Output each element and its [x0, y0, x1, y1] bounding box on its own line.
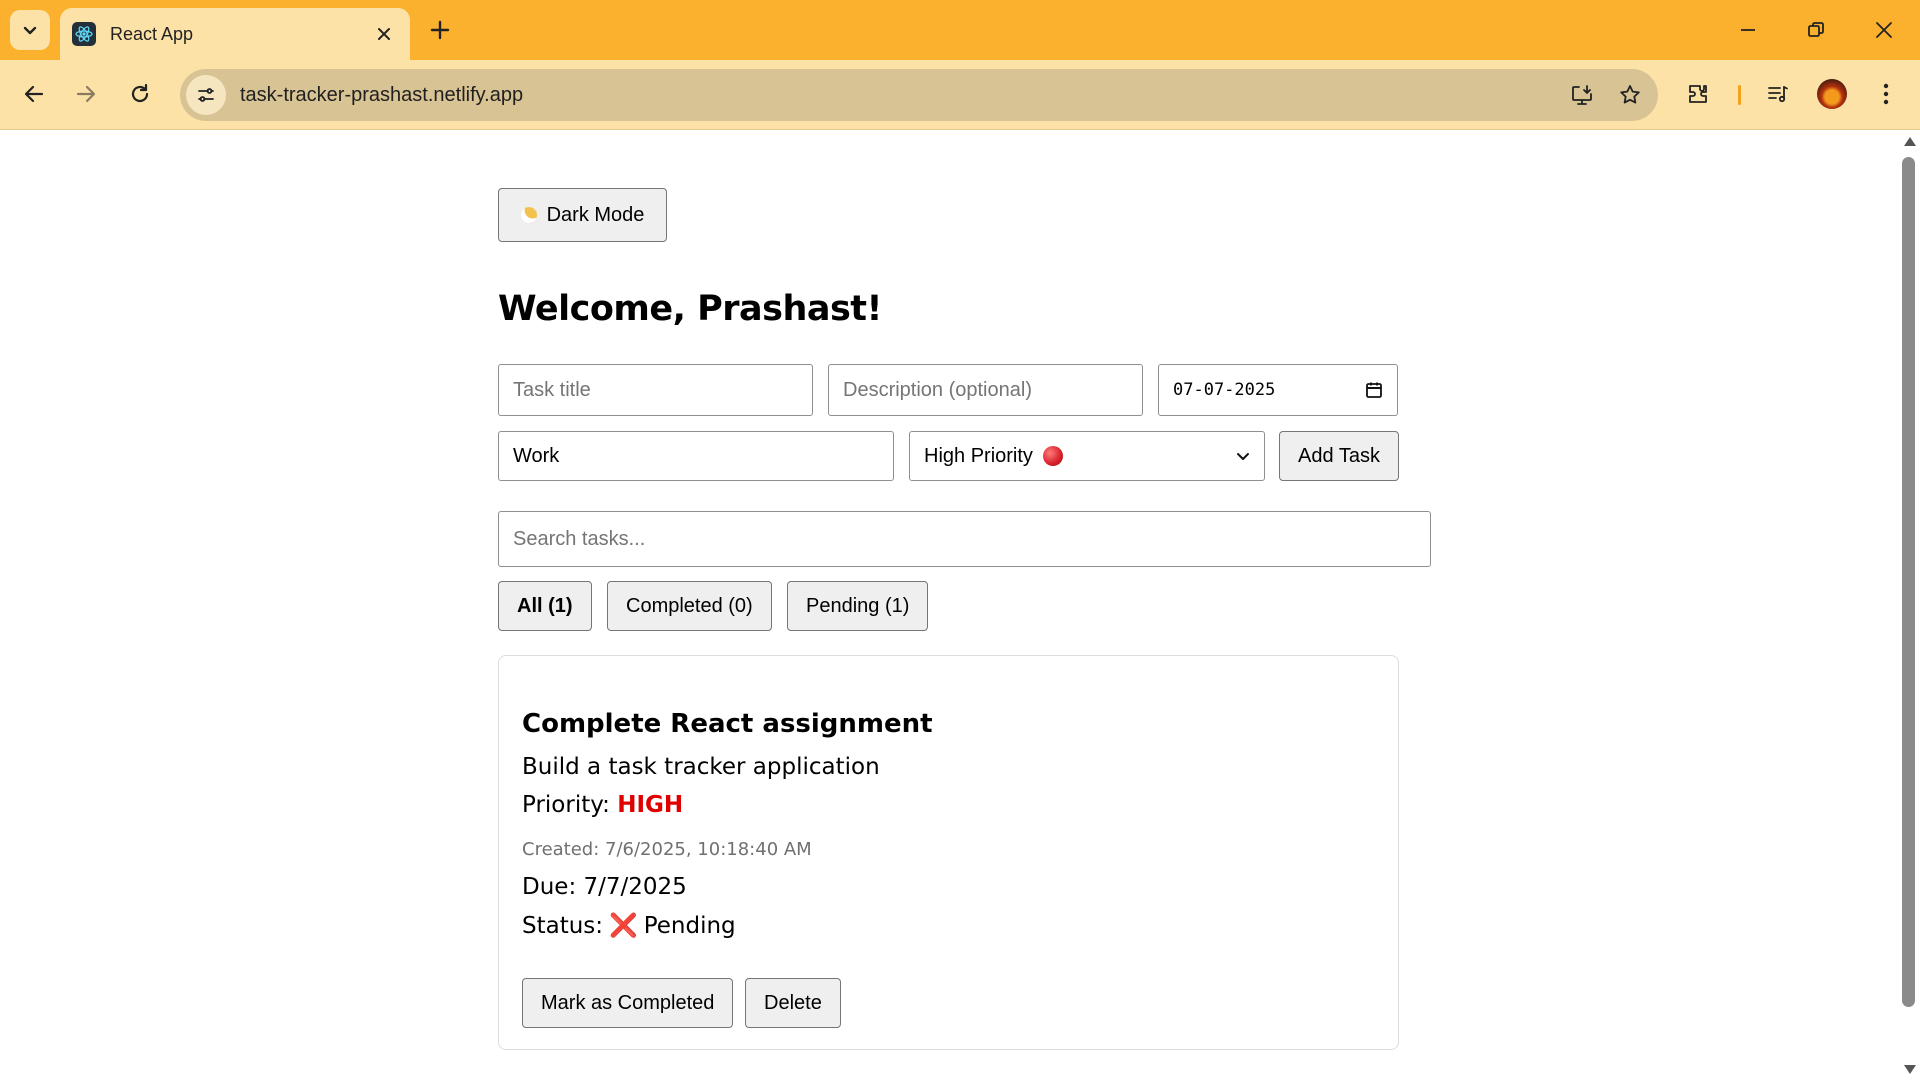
- browser-tab-bar: React App: [0, 0, 1920, 60]
- welcome-heading: Welcome, Prashast!: [498, 289, 883, 329]
- scroll-thumb[interactable]: [1902, 157, 1915, 1007]
- task-description: Build a task tracker application: [522, 754, 880, 780]
- filter-pending-button[interactable]: Pending (1): [787, 581, 929, 631]
- dark-mode-button[interactable]: Dark Mode: [498, 188, 667, 242]
- filter-all-button[interactable]: All (1): [498, 581, 592, 631]
- scroll-up-arrow-icon[interactable]: [1904, 137, 1916, 146]
- tab-search-button[interactable]: [10, 10, 50, 50]
- description-input[interactable]: Description (optional): [828, 364, 1143, 416]
- filter-completed-button[interactable]: Completed (0): [607, 581, 772, 631]
- scroll-down-arrow-icon[interactable]: [1904, 1065, 1916, 1074]
- restore-icon[interactable]: [1792, 10, 1840, 50]
- due-date-input[interactable]: 07-07-2025: [1158, 364, 1398, 416]
- react-logo-icon: [72, 22, 96, 46]
- task-title-input[interactable]: Task title: [498, 364, 813, 416]
- extensions-puzzle-icon[interactable]: [1678, 74, 1718, 114]
- url-text: task-tracker-prashast.netlify.app: [240, 83, 524, 106]
- chevron-down-icon: [23, 26, 37, 35]
- status-value: Pending: [643, 913, 736, 939]
- browser-tab[interactable]: React App: [60, 8, 410, 60]
- bookmark-star-icon[interactable]: [1610, 75, 1650, 115]
- calendar-icon[interactable]: [1365, 381, 1383, 399]
- category-input[interactable]: Work: [498, 431, 894, 481]
- crescent-moon-icon: [518, 204, 539, 226]
- vertical-scrollbar[interactable]: [1898, 131, 1920, 1080]
- media-playlist-icon[interactable]: [1758, 74, 1798, 114]
- priority-select-value: High Priority: [924, 444, 1033, 467]
- mark-completed-button[interactable]: Mark as Completed: [522, 978, 734, 1028]
- browser-toolbar: task-tracker-prashast.netlify.app: [0, 60, 1920, 130]
- toolbar-separator: [1738, 85, 1741, 105]
- install-app-icon[interactable]: [1562, 75, 1602, 115]
- site-info-icon[interactable]: [186, 75, 226, 115]
- profile-avatar[interactable]: [1812, 74, 1852, 114]
- new-tab-plus-icon[interactable]: [424, 14, 456, 46]
- chevron-down-icon: [1237, 453, 1249, 460]
- task-card: Complete React assignment Build a task t…: [498, 655, 1399, 1050]
- task-status: Status: ❌ Pending: [522, 913, 736, 939]
- more-menu-icon[interactable]: [1866, 74, 1906, 114]
- red-circle-icon: [1042, 446, 1063, 467]
- cross-mark-icon: ❌: [609, 913, 638, 939]
- reload-icon[interactable]: [120, 74, 160, 114]
- delete-button[interactable]: Delete: [745, 978, 841, 1028]
- close-window-icon[interactable]: [1860, 10, 1908, 50]
- close-tab-icon[interactable]: [370, 20, 398, 48]
- address-bar[interactable]: task-tracker-prashast.netlify.app: [180, 69, 1658, 121]
- forward-arrow-icon[interactable]: [66, 74, 106, 114]
- tab-title: React App: [110, 23, 194, 44]
- back-arrow-icon[interactable]: [14, 74, 54, 114]
- task-priority: Priority: HIGH: [522, 792, 684, 818]
- priority-select[interactable]: High Priority: [909, 431, 1265, 481]
- search-input[interactable]: Search tasks...: [498, 511, 1431, 567]
- task-created: Created: 7/6/2025, 10:18:40 AM: [522, 839, 812, 860]
- priority-value: HIGH: [617, 792, 684, 818]
- add-task-button[interactable]: Add Task: [1279, 431, 1399, 481]
- dark-mode-label: Dark Mode: [546, 203, 645, 226]
- task-title: Complete React assignment: [522, 709, 933, 739]
- minimize-icon[interactable]: [1724, 10, 1772, 50]
- page-viewport: Dark Mode Welcome, Prashast! Task title …: [0, 131, 1898, 1080]
- task-due: Due: 7/7/2025: [522, 874, 687, 900]
